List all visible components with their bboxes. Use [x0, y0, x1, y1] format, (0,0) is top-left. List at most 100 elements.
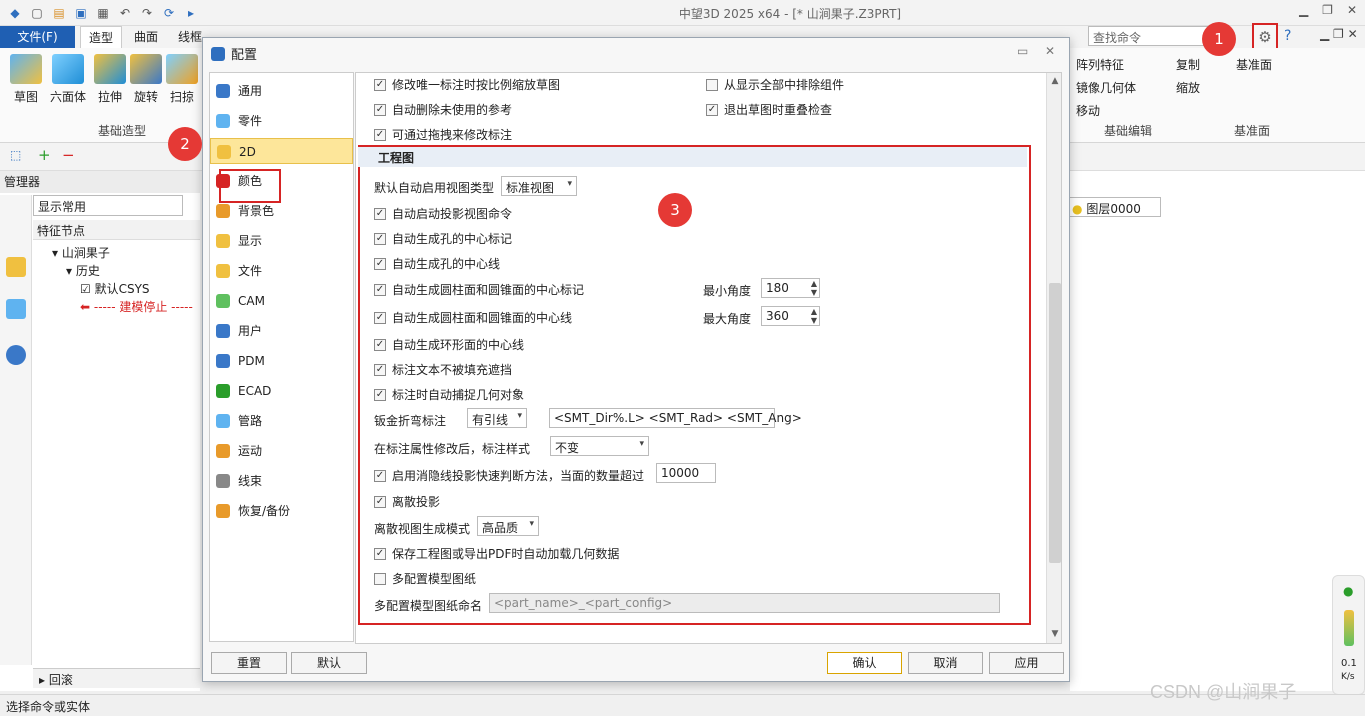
dialog-help-icon[interactable]: ▭ [1017, 44, 1028, 58]
add-icon[interactable]: + [38, 146, 51, 164]
help-icon[interactable]: ? [1284, 28, 1291, 44]
check-discrete-projection[interactable]: ✓ 离散投影 [374, 493, 440, 510]
checkbox-icon[interactable]: ✓ [374, 388, 386, 401]
close-icon[interactable]: ✕ [1347, 3, 1357, 17]
minimize-icon[interactable]: ▁ [1299, 3, 1308, 17]
apply-button[interactable]: 应用 [989, 652, 1064, 674]
sweep-button[interactable]: 扫掠 [162, 54, 202, 105]
tree-item-root[interactable]: ▾ 山涧果子 [52, 244, 110, 261]
viewport[interactable] [1070, 171, 1365, 691]
tree-item-modeling-stop[interactable]: ⬅ ----- 建模停止 ----- [80, 298, 193, 315]
nav-item-10[interactable]: ECAD [210, 378, 353, 404]
max-angle-stepper[interactable]: 360 ▲ ▼ [761, 306, 820, 326]
user-icon[interactable] [6, 345, 26, 365]
checkbox-icon[interactable]: ✓ [374, 363, 386, 376]
nav-item-14[interactable]: 恢复/备份 [210, 498, 353, 524]
doc-window-controls[interactable]: ▁ ❐ ✕ [1320, 27, 1358, 41]
face-count-input[interactable]: 10000 [656, 463, 716, 483]
check-multi-config[interactable]: 多配置模型图纸 [374, 570, 476, 587]
refresh-icon[interactable]: ⟳ [160, 4, 178, 22]
sheet-metal-format-input[interactable]: <SMT_Dir%.L> <SMT_Rad> <SMT_Ang> [549, 408, 802, 428]
nav-item-5[interactable]: 显示 [210, 228, 353, 254]
box-button[interactable]: 六面体 [48, 54, 88, 105]
check-cyl-center-mark[interactable]: ✓ 自动生成圆柱面和圆锥面的中心标记 [374, 281, 584, 298]
dialog-close-icon[interactable]: ✕ [1045, 44, 1055, 58]
checkbox-icon[interactable]: ✓ [374, 232, 386, 245]
print-icon[interactable]: ▦ [94, 4, 112, 22]
copy-button[interactable]: 复制 [1176, 56, 1200, 73]
nav-item-0[interactable]: 通用 [210, 78, 353, 104]
manager-filter-combo[interactable]: 显示常用 [33, 195, 183, 216]
move-button[interactable]: 移动 [1076, 102, 1100, 119]
nav-item-12[interactable]: 运动 [210, 438, 353, 464]
check-cyl-center-line[interactable]: ✓ 自动生成圆柱面和圆锥面的中心线 [374, 309, 572, 326]
checkbox-icon[interactable] [374, 572, 386, 585]
min-angle-stepper[interactable]: 180 ▲ ▼ [761, 278, 820, 298]
checkbox-icon[interactable]: ✓ [374, 103, 386, 116]
part-icon[interactable] [6, 257, 26, 277]
cancel-button[interactable]: 取消 [908, 652, 983, 674]
new-file-icon[interactable]: ▢ [28, 4, 46, 22]
scrollbar[interactable]: ▲ ▼ [1046, 73, 1061, 643]
nav-item-11[interactable]: 管路 [210, 408, 353, 434]
check-overlap-on-exit[interactable]: ✓ 退出草图时重叠检查 [706, 101, 832, 118]
nav-item-8[interactable]: 用户 [210, 318, 353, 344]
tab-file[interactable]: 文件(F) [0, 26, 75, 48]
nav-item-2[interactable]: 2D [210, 138, 353, 164]
settings-gear-icon[interactable]: ⚙ [1252, 23, 1278, 51]
nav-item-6[interactable]: 文件 [210, 258, 353, 284]
tree-item-default-csys[interactable]: ☑ 默认CSYS [80, 280, 150, 297]
play-icon[interactable]: ▸ [182, 4, 200, 22]
rollback-bar[interactable]: ▸ 回滚 [33, 668, 200, 688]
checkbox-icon[interactable]: ✓ [374, 311, 386, 324]
pattern-feature-button[interactable]: 阵列特征 [1076, 56, 1124, 73]
check-save-pdf-load[interactable]: ✓ 保存工程图或导出PDF时自动加载几何数据 [374, 545, 619, 562]
nav-item-9[interactable]: PDM [210, 348, 353, 374]
restore-icon[interactable]: ❐ [1322, 3, 1333, 17]
save-icon[interactable]: ▣ [72, 4, 90, 22]
extrude-button[interactable]: 拉伸 [90, 54, 130, 105]
check-hole-center-line[interactable]: ✓ 自动生成孔的中心线 [374, 255, 500, 272]
view-icon[interactable] [6, 299, 26, 319]
checkbox-icon[interactable]: ✓ [374, 78, 386, 91]
scale-button[interactable]: 缩放 [1176, 79, 1200, 96]
dim-style-select[interactable]: 不变 ▾ [550, 436, 649, 456]
checkbox-icon[interactable]: ✓ [374, 257, 386, 270]
layer-combo[interactable]: ● 图层0000 [1067, 197, 1161, 217]
undo-icon[interactable]: ↶ [116, 4, 134, 22]
sheet-metal-select[interactable]: 有引线 ▾ [467, 408, 527, 428]
checkbox-icon[interactable]: ✓ [374, 338, 386, 351]
tab-modeling[interactable]: 造型 [80, 26, 123, 48]
discrete-mode-select[interactable]: 高品质 ▾ [477, 516, 539, 536]
datum-plane-button[interactable]: 基准面 [1236, 56, 1272, 73]
stepper-arrows-icon[interactable]: ▲ ▼ [811, 279, 817, 297]
sketch-button[interactable]: 草图 [6, 54, 46, 105]
ok-button[interactable]: 确认 [827, 652, 902, 674]
search-input[interactable]: 查找命令 [1088, 26, 1208, 46]
stepper-arrows-icon[interactable]: ▲ ▼ [811, 307, 817, 325]
tree-item-history[interactable]: ▾ 历史 [66, 262, 100, 279]
check-scale-sketch[interactable]: ✓ 修改唯一标注时按比例缩放草图 [374, 76, 560, 93]
open-file-icon[interactable]: ▤ [50, 4, 68, 22]
mirror-geometry-button[interactable]: 镜像几何体 [1076, 79, 1136, 96]
checkbox-icon[interactable]: ✓ [706, 103, 718, 116]
revolve-button[interactable]: 旋转 [126, 54, 166, 105]
select-icon[interactable]: ⬚ [10, 148, 21, 162]
checkbox-icon[interactable] [706, 78, 718, 91]
check-auto-snap[interactable]: ✓ 标注时自动捕捉几何对象 [374, 386, 524, 403]
default-button[interactable]: 默认 [291, 652, 367, 674]
checkbox-icon[interactable]: ✓ [374, 547, 386, 560]
check-hidden-line[interactable]: ✓ 启用消隐线投影快速判断方法，当面的数量超过 [374, 467, 644, 484]
nav-item-13[interactable]: 线束 [210, 468, 353, 494]
check-delete-unused-ref[interactable]: ✓ 自动删除未使用的参考 [374, 101, 512, 118]
default-view-select[interactable]: 标准视图 ▾ [501, 176, 577, 196]
nav-item-1[interactable]: 零件 [210, 108, 353, 134]
tab-surface[interactable]: 曲面 [126, 26, 166, 48]
check-drag-dimension[interactable]: ✓ 可通过拖拽来修改标注 [374, 126, 512, 143]
nav-item-7[interactable]: CAM [210, 288, 353, 314]
redo-icon[interactable]: ↷ [138, 4, 156, 22]
check-hole-center-mark[interactable]: ✓ 自动生成孔的中心标记 [374, 230, 512, 247]
checkbox-icon[interactable]: ✓ [374, 283, 386, 296]
checkbox-icon[interactable]: ✓ [374, 495, 386, 508]
check-torus-center-line[interactable]: ✓ 自动生成环形面的中心线 [374, 336, 524, 353]
